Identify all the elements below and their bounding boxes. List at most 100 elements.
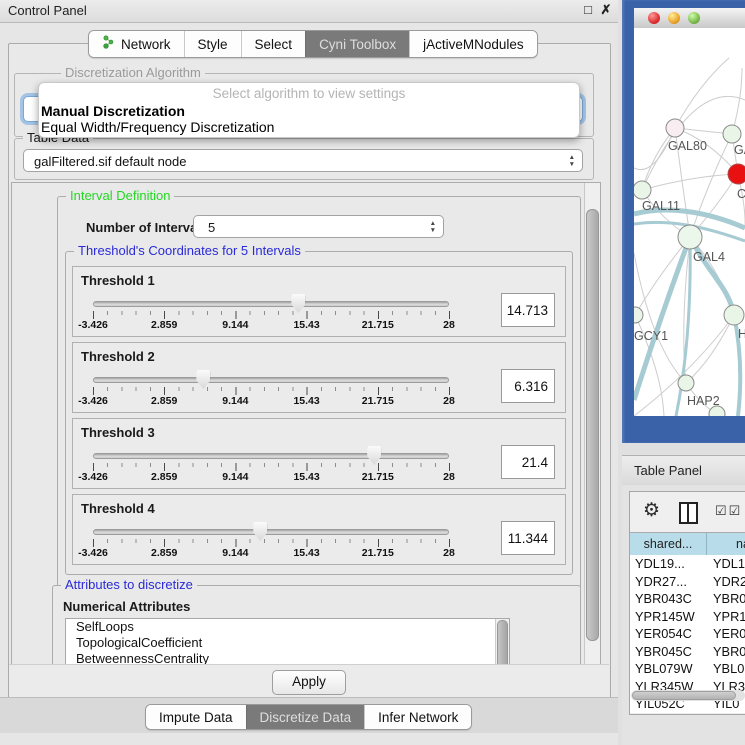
network-canvas[interactable]: GAL80 GA C GAL11 GAL4 GCY1 H HAP2 bbox=[634, 28, 745, 416]
node-gal80 bbox=[666, 119, 684, 137]
threshold-4-slider[interactable]: -3.426 2.859 9.144 15.43 21.715 28 bbox=[93, 525, 449, 559]
thresholds-group: Threshold's Coordinates for 5 Intervals … bbox=[65, 251, 573, 575]
label-h: H bbox=[738, 327, 745, 341]
control-panel-window: Control Panel □ ✗ Network Style Select C… bbox=[0, 0, 618, 745]
table-row[interactable]: YDR27...YDR2 bbox=[630, 573, 745, 591]
node-red bbox=[728, 164, 745, 184]
columns-icon[interactable] bbox=[679, 502, 698, 524]
label-c: C bbox=[737, 187, 745, 201]
threshold-4-box: Threshold 4 -3.426 2.859 9.144 15.43 21.… bbox=[72, 494, 566, 565]
control-panel-titlebar: Control Panel □ ✗ bbox=[0, 0, 618, 23]
table-data-group: Table Data galFiltered.sif default node … bbox=[14, 138, 594, 180]
label-hap2: HAP2 bbox=[687, 394, 720, 408]
threshold-1-label: Threshold 1 bbox=[81, 273, 155, 288]
tab-impute-data[interactable]: Impute Data bbox=[146, 705, 246, 729]
list-item[interactable]: BetweennessCentrality bbox=[66, 651, 509, 665]
window-title: Control Panel bbox=[8, 3, 87, 18]
combo-stepper-icon: ▲▼ bbox=[430, 220, 436, 234]
list-item[interactable]: SelfLoops bbox=[66, 619, 509, 635]
tab-style[interactable]: Style bbox=[184, 31, 241, 57]
apply-button[interactable]: Apply bbox=[272, 670, 346, 695]
node-hap2 bbox=[678, 375, 694, 391]
threshold-3-box: Threshold 3 -3.426 2.859 9.144 15.43 21.… bbox=[72, 418, 566, 489]
threshold-2-box: Threshold 2 -3.426 2.859 9.144 15.43 21.… bbox=[72, 342, 566, 413]
zoom-traffic-light[interactable] bbox=[688, 12, 700, 24]
list-item[interactable]: TopologicalCoefficient bbox=[66, 635, 509, 651]
tab-network[interactable]: Network bbox=[89, 31, 184, 57]
network-view-window: GAL80 GA C GAL11 GAL4 GCY1 H HAP2 bbox=[622, 0, 745, 443]
table-horizontal-scrollbar[interactable] bbox=[631, 690, 745, 701]
interval-definition-title: Interval Definition bbox=[66, 189, 174, 203]
table-row[interactable]: YBR043CYBR0 bbox=[630, 590, 745, 608]
number-of-intervals-combobox[interactable]: 5 ▲▼ bbox=[193, 215, 444, 238]
algorithm-option-manual[interactable]: Manual Discretization bbox=[41, 103, 185, 119]
numerical-attributes-heading: Numerical Attributes bbox=[63, 599, 190, 614]
threshold-4-label: Threshold 4 bbox=[81, 501, 155, 516]
tab-jactivemnodules[interactable]: jActiveMNodules bbox=[409, 31, 537, 57]
slider-ticks bbox=[93, 463, 450, 471]
table-row[interactable]: YER054CYER0 bbox=[630, 625, 745, 643]
label-ga: GA bbox=[734, 143, 745, 157]
tab-infer-network[interactable]: Infer Network bbox=[364, 705, 471, 729]
algorithm-dropdown-popup: Select algorithm to view settings Manual… bbox=[38, 82, 580, 138]
threshold-3-value-input[interactable] bbox=[501, 445, 555, 479]
slider-track[interactable] bbox=[93, 377, 449, 383]
threshold-1-box: Threshold 1 -3.426 2.859 9.144 15.43 21.… bbox=[72, 266, 566, 337]
settings-vertical-scrollbar[interactable] bbox=[584, 183, 600, 664]
column-header-name[interactable]: na bbox=[707, 533, 745, 556]
number-of-intervals-label: Number of Intervals bbox=[86, 220, 208, 235]
table-panel-title: Table Panel bbox=[634, 463, 702, 478]
tab-network-label: Network bbox=[121, 37, 171, 52]
label-gal11: GAL11 bbox=[642, 199, 680, 213]
network-window-titlebar[interactable] bbox=[634, 8, 745, 29]
table-panel-titlebar: Table Panel bbox=[622, 455, 745, 486]
slider-track[interactable] bbox=[93, 453, 449, 459]
attributes-group-title: Attributes to discretize bbox=[61, 578, 197, 592]
close-traffic-light[interactable] bbox=[648, 12, 660, 24]
settings-scrollpane: Interval Definition Number of Intervals … bbox=[11, 182, 601, 665]
threshold-1-slider[interactable]: -3.426 2.859 9.144 15.43 21.715 28 bbox=[93, 297, 449, 331]
attributes-group: Attributes to discretize Numerical Attri… bbox=[52, 585, 581, 665]
slider-ticks bbox=[93, 539, 450, 547]
table-row[interactable]: YPR145WYPR1 bbox=[630, 608, 745, 626]
numerical-attributes-list: SelfLoops TopologicalCoefficient Between… bbox=[65, 618, 510, 665]
threshold-3-slider[interactable]: -3.426 2.859 9.144 15.43 21.715 28 bbox=[93, 449, 449, 483]
table-row[interactable]: YDL19...YDL1 bbox=[630, 555, 745, 573]
table-row[interactable]: YBR045CYBR0 bbox=[630, 643, 745, 661]
network-icon bbox=[102, 35, 115, 53]
threshold-2-slider[interactable]: -3.426 2.859 9.144 15.43 21.715 28 bbox=[93, 373, 449, 407]
node-top-right bbox=[723, 125, 741, 143]
label-gcy1: GCY1 bbox=[634, 329, 668, 343]
node-right-mid bbox=[724, 305, 744, 325]
threshold-1-value-input[interactable] bbox=[501, 293, 555, 327]
float-window-icon[interactable]: □ bbox=[580, 2, 596, 18]
threshold-4-value-input[interactable] bbox=[501, 521, 555, 555]
label-gal4: GAL4 bbox=[693, 250, 725, 264]
close-window-icon[interactable]: ✗ bbox=[598, 2, 614, 18]
threshold-2-value-input[interactable] bbox=[501, 369, 555, 403]
slider-track[interactable] bbox=[93, 301, 449, 307]
thresholds-group-title: Threshold's Coordinates for 5 Intervals bbox=[74, 244, 305, 258]
table-row[interactable]: YBL079WYBL0 bbox=[630, 660, 745, 678]
attributes-scrollbar[interactable] bbox=[495, 619, 509, 665]
tab-select[interactable]: Select bbox=[241, 31, 306, 57]
tab-cyni-toolbox[interactable]: Cyni Toolbox bbox=[305, 31, 409, 57]
slider-ticks bbox=[93, 311, 450, 319]
discretization-algorithm-title: Discretization Algorithm bbox=[61, 66, 205, 80]
table-panel-inner: ⚙ ☑☑ shared... na YDL19...YDL1 YDR27...Y… bbox=[629, 491, 745, 715]
select-checkboxes-icon[interactable]: ☑☑ bbox=[715, 503, 742, 519]
table-toolbar: ⚙ ☑☑ bbox=[630, 492, 745, 532]
threshold-3-label: Threshold 3 bbox=[81, 425, 155, 440]
column-header-shared-name[interactable]: shared... bbox=[630, 533, 707, 556]
slider-track[interactable] bbox=[93, 529, 449, 535]
algorithm-option-equal-width[interactable]: Equal Width/Frequency Discretization bbox=[41, 119, 274, 135]
gear-icon[interactable]: ⚙ bbox=[643, 499, 660, 522]
tab-discretize-data[interactable]: Discretize Data bbox=[246, 705, 365, 729]
slider-ticks bbox=[93, 387, 450, 395]
node-gal4 bbox=[678, 225, 702, 249]
minimize-traffic-light[interactable] bbox=[668, 12, 680, 24]
apply-bar: Apply bbox=[9, 664, 609, 698]
combo-stepper-icon: ▲▼ bbox=[569, 154, 575, 168]
node-gcy1 bbox=[634, 307, 643, 323]
table-data-combobox[interactable]: galFiltered.sif default node ▲▼ bbox=[23, 149, 583, 172]
